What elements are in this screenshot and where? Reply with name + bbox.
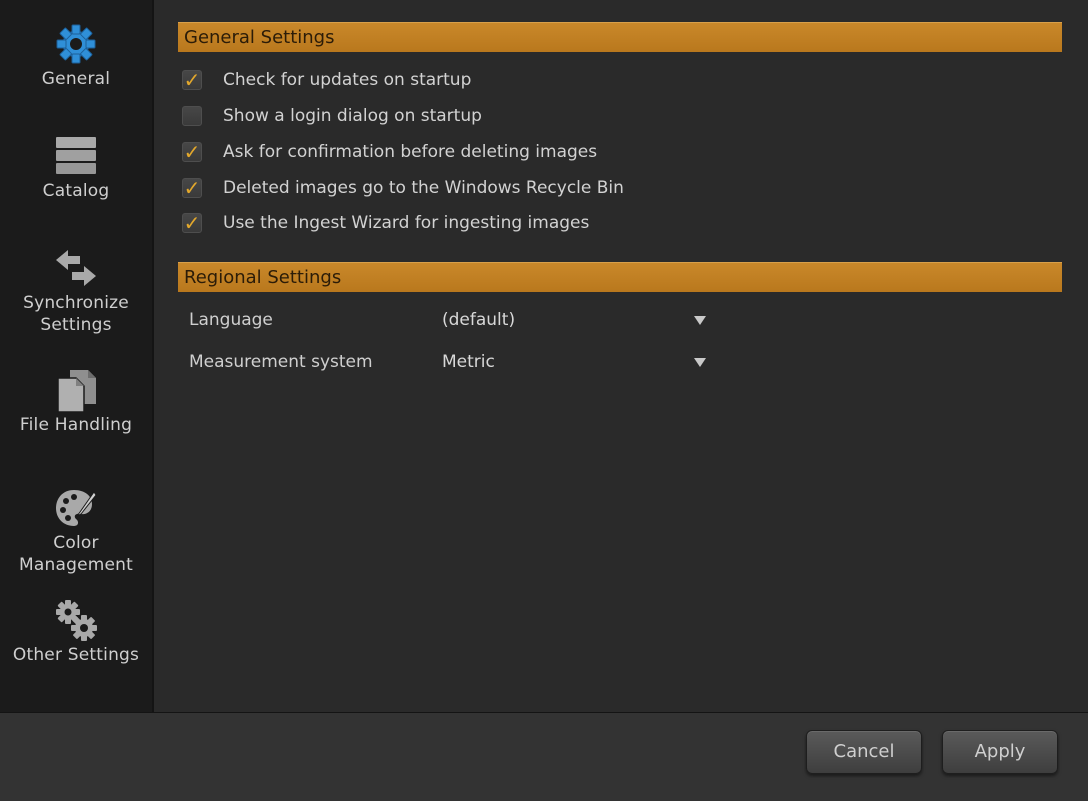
gears-icon (52, 596, 100, 644)
sidebar-item-label: Synchronize Settings (23, 293, 129, 335)
checkbox[interactable]: ✓ (182, 142, 202, 162)
option-label: Deleted images go to the Windows Recycle… (223, 178, 624, 198)
option-label: Ask for confirmation before deleting ima… (223, 142, 598, 162)
palette-icon (52, 484, 100, 532)
checkbox[interactable] (182, 106, 202, 126)
language-value: (default) (442, 310, 516, 330)
gear-icon (52, 20, 100, 68)
sidebar-item-color-management[interactable]: Color Management (0, 484, 152, 576)
checkmark-icon: ✓ (183, 140, 201, 164)
sidebar-item-catalog[interactable]: Catalog (0, 132, 152, 202)
sidebar-item-other-settings[interactable]: Other Settings (0, 596, 152, 666)
apply-button[interactable]: Apply (942, 730, 1058, 774)
sidebar-item-label: Catalog (42, 181, 110, 201)
sidebar-item-label: Color Management (19, 533, 133, 575)
sync-arrows-icon (52, 244, 100, 292)
dropdown-arrow-icon (694, 316, 706, 325)
option-recycle-bin[interactable]: ✓ Deleted images go to the Windows Recyc… (182, 175, 624, 201)
files-icon (52, 366, 100, 414)
catalog-stack-icon (52, 132, 100, 180)
general-settings-header: General Settings (178, 22, 1062, 52)
option-label: Show a login dialog on startup (223, 106, 482, 126)
option-check-updates[interactable]: ✓ Check for updates on startup (182, 67, 471, 93)
sidebar-item-label: General (41, 69, 111, 89)
checkbox[interactable]: ✓ (182, 213, 202, 233)
option-login-dialog[interactable]: Show a login dialog on startup (182, 103, 482, 129)
checkbox[interactable]: ✓ (182, 178, 202, 198)
dialog-footer: Cancel Apply (0, 712, 1088, 801)
sidebar-item-general[interactable]: General (0, 20, 152, 90)
measurement-label: Measurement system (189, 352, 373, 372)
sidebar-item-synchronize[interactable]: Synchronize Settings (0, 244, 152, 336)
checkmark-icon: ✓ (183, 176, 201, 200)
language-label: Language (189, 310, 273, 330)
language-select[interactable]: (default) (436, 307, 718, 333)
sidebar-item-file-handling[interactable]: File Handling (0, 366, 152, 436)
option-label: Check for updates on startup (223, 70, 472, 90)
sidebar-item-label: File Handling (19, 415, 133, 435)
regional-settings-header: Regional Settings (178, 262, 1062, 292)
option-ingest-wizard[interactable]: ✓ Use the Ingest Wizard for ingesting im… (182, 210, 589, 236)
checkmark-icon: ✓ (183, 68, 201, 92)
sidebar-item-label: Other Settings (12, 645, 140, 665)
checkbox[interactable]: ✓ (182, 70, 202, 90)
settings-content: General Settings ✓ Check for updates on … (154, 0, 1088, 712)
option-confirm-delete[interactable]: ✓ Ask for confirmation before deleting i… (182, 139, 597, 165)
dropdown-arrow-icon (694, 358, 706, 367)
option-label: Use the Ingest Wizard for ingesting imag… (223, 213, 590, 233)
measurement-value: Metric (442, 352, 495, 372)
settings-sidebar: General Catalog Synchronize Settings Fil… (0, 0, 154, 712)
measurement-select[interactable]: Metric (436, 349, 718, 375)
checkmark-icon: ✓ (183, 211, 201, 235)
cancel-button[interactable]: Cancel (806, 730, 922, 774)
